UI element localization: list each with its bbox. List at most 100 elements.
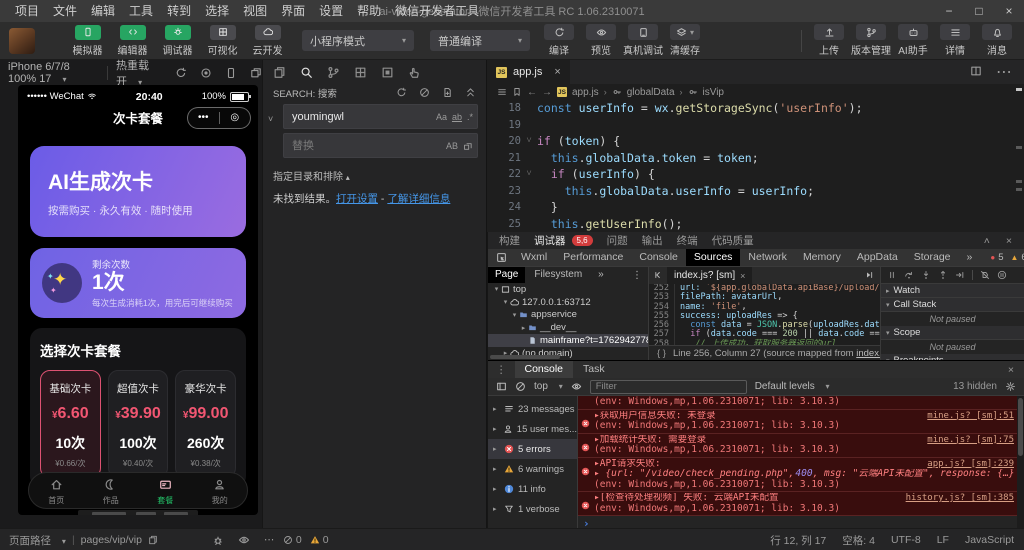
debug-section-breakpoints[interactable]: ▾Breakpoints xyxy=(881,354,1024,360)
clear-results-icon[interactable] xyxy=(419,87,430,98)
create-live-expression-icon[interactable] xyxy=(571,381,582,392)
console-filter-user[interactable]: ▸15 user mes... xyxy=(488,419,577,439)
console-filter-verbose[interactable]: ▸1 verbose xyxy=(488,499,577,519)
breadcrumb-file[interactable]: app.js xyxy=(572,87,599,98)
close-icon[interactable]: × xyxy=(1006,235,1012,247)
step-into-icon[interactable] xyxy=(921,267,931,284)
vertical-scrollbar[interactable] xyxy=(1017,396,1024,528)
hot-reload-toggle[interactable]: 热重载 开 ▾ xyxy=(116,57,162,89)
close-tab-icon[interactable]: × xyxy=(740,271,745,281)
maximize-button[interactable]: □ xyxy=(964,0,994,22)
source-link[interactable]: app.js? [sm]:239 xyxy=(927,459,1014,470)
source-link[interactable]: mine.js? [sm]:75 xyxy=(927,435,1014,446)
menu-item[interactable]: 工具 xyxy=(122,0,160,22)
tab-appjs[interactable]: JS app.js × xyxy=(487,60,570,84)
tree-item[interactable]: mainframe?t=17629427780 xyxy=(488,334,648,347)
issue-counts[interactable]: ●5 ▲6 xyxy=(990,252,1024,263)
collapse-icon[interactable] xyxy=(465,87,476,98)
extensions-icon[interactable] xyxy=(354,66,367,79)
devtools-tab-network[interactable]: Network xyxy=(740,249,795,266)
action-device-button[interactable]: 真机调试 xyxy=(622,24,664,57)
pretty-print-icon[interactable]: { } xyxy=(657,348,666,359)
tree-item[interactable]: ▾top xyxy=(488,283,648,296)
preserve-case-icon[interactable]: AB xyxy=(446,141,458,151)
step-out-icon[interactable] xyxy=(938,267,948,284)
debug-section-scope[interactable]: ▾Scope xyxy=(881,326,1024,340)
clear-console-icon[interactable] xyxy=(515,381,526,392)
replace-input[interactable] xyxy=(290,139,441,153)
menu-item[interactable]: 界面 xyxy=(274,0,312,22)
package-card[interactable]: 超值次卡¥39.90100次¥0.40/次 xyxy=(108,370,169,478)
search-icon[interactable] xyxy=(300,66,313,79)
inspect-icon[interactable] xyxy=(496,252,507,264)
open-in-editor-icon[interactable] xyxy=(442,87,453,98)
kebab-icon[interactable]: ⋮ xyxy=(632,270,648,281)
deactivate-breakpoints-icon[interactable] xyxy=(980,267,990,284)
code-line[interactable]: 22˅ if (userInfo) { xyxy=(487,166,1024,183)
action-robot-button[interactable]: AI助手 xyxy=(892,24,934,57)
open-settings-link[interactable]: 打开设置 xyxy=(336,193,378,205)
match-case-icon[interactable]: Aa xyxy=(436,112,447,122)
action-eye-button[interactable]: 预览 xyxy=(580,24,622,57)
show-sidebar-icon[interactable] xyxy=(496,381,507,392)
eol[interactable]: LF xyxy=(937,534,949,546)
code-line[interactable]: 21 this.globalData.token = token; xyxy=(487,150,1024,167)
page-path-value[interactable]: pages/vip/vip xyxy=(81,534,142,546)
console-drawer-tab-console[interactable]: Console xyxy=(515,361,574,378)
devtools-tab-appdata[interactable]: AppData xyxy=(849,249,906,266)
replace-all-icon[interactable] xyxy=(463,140,473,151)
menu-item[interactable]: 设置 xyxy=(312,0,350,22)
source-code[interactable]: 252url: `${app.globalData.apiBase}/uploa… xyxy=(649,284,880,345)
forward-icon[interactable]: → xyxy=(542,87,552,98)
console-error-row[interactable]: ▸[检查待处理视频] 失败: 云端API未配置history.js? [sm]:… xyxy=(578,492,1024,516)
expand-replace-toggle[interactable]: ˅ xyxy=(268,114,273,124)
code-line[interactable]: 19 xyxy=(487,117,1024,134)
phone-tab-works[interactable]: 作品 xyxy=(84,473,139,508)
menu-item[interactable]: 微信开发者工具 xyxy=(388,0,486,22)
code-area[interactable]: 18const userInfo = wx.getStorageSync('us… xyxy=(487,100,1024,232)
explorer-icon[interactable] xyxy=(273,66,286,79)
exit-button[interactable]: ◎ xyxy=(220,109,251,127)
detach-window-icon[interactable] xyxy=(250,66,262,78)
devtools-tab-storage[interactable]: Storage xyxy=(906,249,959,266)
console-filter-list[interactable]: ▸23 messages xyxy=(488,399,577,419)
menu-item[interactable]: 选择 xyxy=(198,0,236,22)
menu-item[interactable]: 视图 xyxy=(236,0,274,22)
console-drawer-tab-task[interactable]: Task xyxy=(573,361,615,378)
refresh-icon[interactable] xyxy=(396,87,407,98)
learn-more-link[interactable]: 了解详细信息 xyxy=(387,193,450,205)
context-selector[interactable]: top ▾ xyxy=(534,381,563,392)
tab-page[interactable]: Page xyxy=(488,267,525,283)
gear-icon[interactable] xyxy=(1005,381,1016,392)
console-filter-warn[interactable]: ▸6 warnings xyxy=(488,459,577,479)
phone-tab-me[interactable]: 我的 xyxy=(193,473,248,508)
tree-item[interactable]: ▾appservice xyxy=(488,309,648,322)
code-line[interactable]: 20˅if (token) { xyxy=(487,133,1024,150)
debug-icon[interactable] xyxy=(212,534,224,546)
outline-icon[interactable] xyxy=(497,87,507,98)
package-card[interactable]: 豪华次卡¥99.00260次¥0.38/次 xyxy=(175,370,236,478)
collapse-left-icon[interactable] xyxy=(653,270,663,281)
search-input[interactable] xyxy=(290,110,431,124)
tab-indexjs[interactable]: index.js? [sm]× xyxy=(667,267,752,284)
code-line[interactable]: 23 this.globalData.userInfo = userInfo; xyxy=(487,183,1024,200)
record-icon[interactable] xyxy=(200,66,212,78)
source-link[interactable]: history.js? [sm]:385 xyxy=(906,493,1014,504)
toggle-debug[interactable]: 调试器 xyxy=(155,25,200,57)
tab-overflow[interactable]: » xyxy=(959,249,981,266)
tree-overflow[interactable]: » xyxy=(591,267,611,283)
package-card[interactable]: 基础次卡¥6.6010次¥0.66/次 xyxy=(40,370,101,478)
compile-mode-dropdown[interactable]: 普通编译▾ xyxy=(430,30,530,51)
console-filter-info[interactable]: ▸11 info xyxy=(488,479,577,499)
source-link[interactable]: mine.js? [sm]:51 xyxy=(927,411,1014,422)
menu-item[interactable]: 文件 xyxy=(46,0,84,22)
tab-filesystem[interactable]: Filesystem xyxy=(527,267,589,283)
pause-icon[interactable] xyxy=(887,267,897,284)
device-selector[interactable]: iPhone 6/7/8 100% 17 ▾ xyxy=(8,61,99,85)
bookmark-icon[interactable] xyxy=(512,87,522,98)
collapse-icon[interactable]: ˄ xyxy=(984,235,990,247)
console-filter-error[interactable]: ▸5 errors xyxy=(488,439,577,459)
more-button[interactable]: ••• xyxy=(188,109,219,127)
action-upload-button[interactable]: 上传 xyxy=(808,24,850,57)
debug-section-call-stack[interactable]: ▾Call Stack xyxy=(881,298,1024,312)
